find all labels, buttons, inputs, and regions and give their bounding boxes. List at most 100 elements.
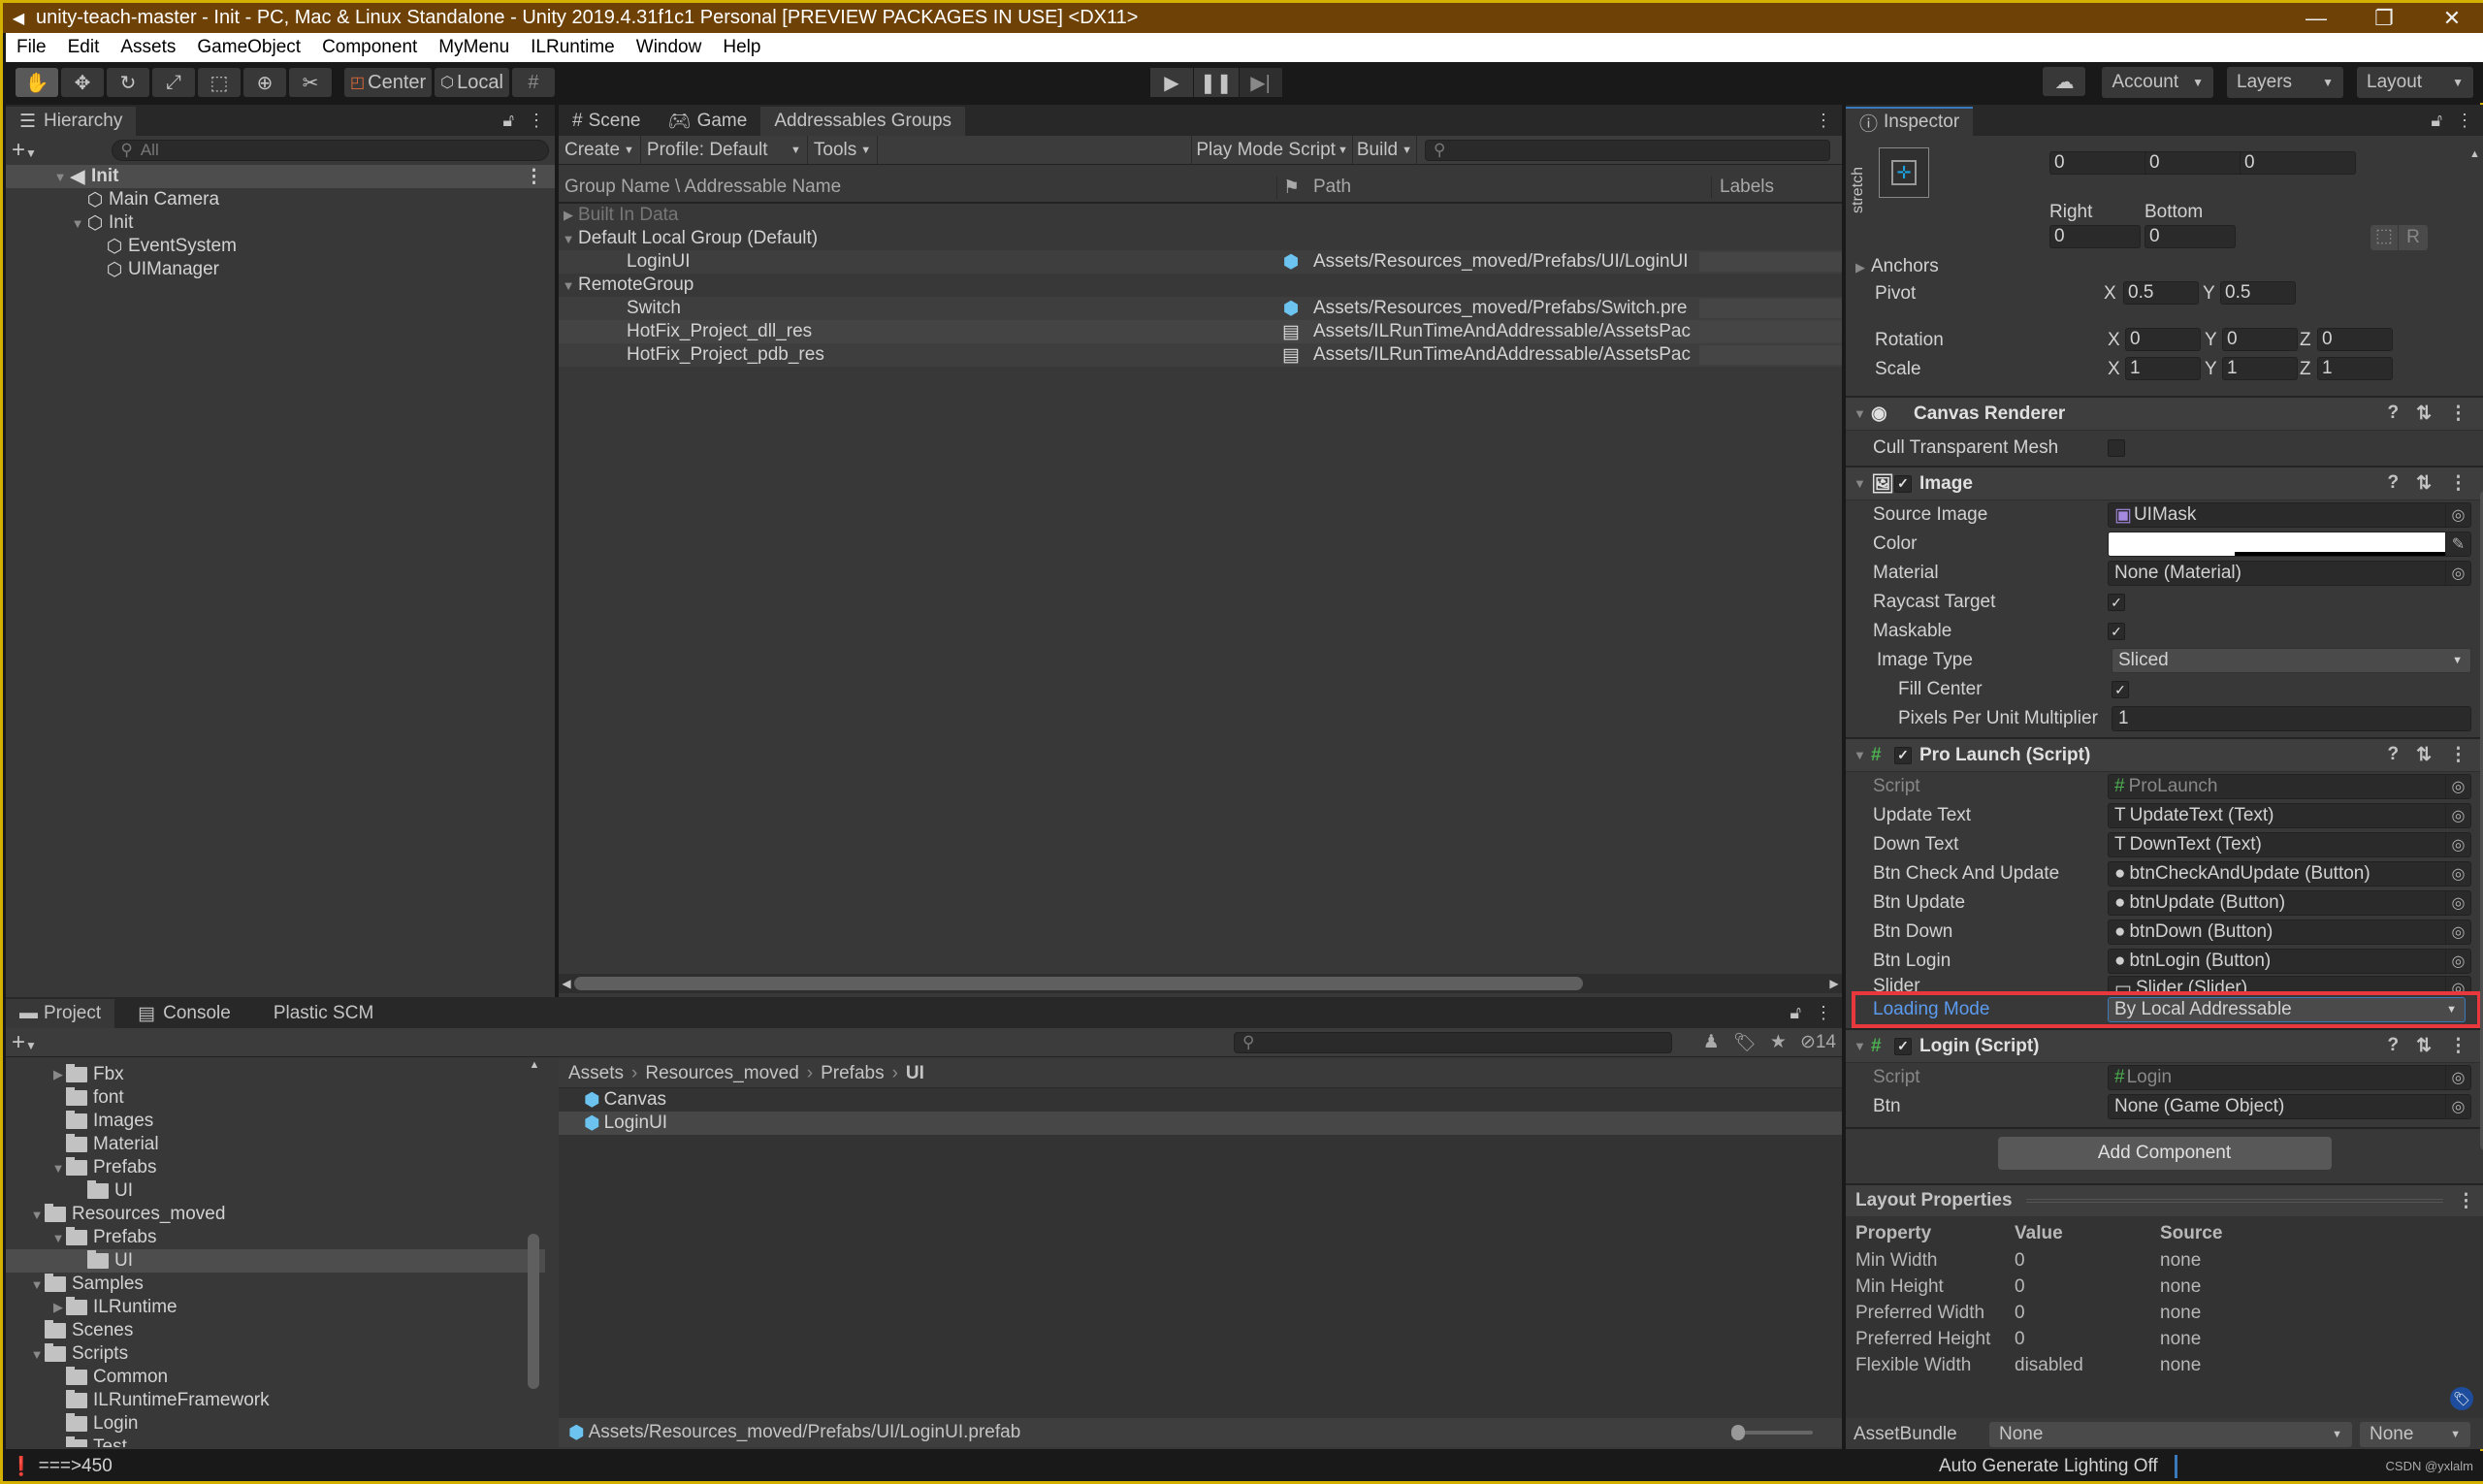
bottom-field[interactable]: 0: [2144, 225, 2236, 248]
inspector-vertical-scrollbar[interactable]: ▲: [2469, 142, 2483, 1179]
help-icon[interactable]: ?: [2387, 1035, 2399, 1057]
add-component-button[interactable]: Add Component: [1997, 1137, 2332, 1170]
more-icon[interactable]: ⋮: [2449, 1035, 2467, 1057]
expand-arrow-icon[interactable]: ▼: [70, 216, 85, 231]
object-picker-icon[interactable]: ◎: [2445, 1095, 2470, 1118]
object-picker-icon[interactable]: ◎: [2445, 950, 2470, 973]
tab-hierarchy[interactable]: ☰ Hierarchy: [6, 107, 137, 136]
breadcrumb-item[interactable]: UI: [906, 1063, 924, 1084]
assetbundle-dropdown[interactable]: None ▼: [1989, 1422, 2352, 1447]
project-folder-item[interactable]: UI: [6, 1249, 545, 1273]
scale-z-field[interactable]: 1: [2317, 357, 2393, 380]
more-icon[interactable]: ⋮: [528, 111, 545, 131]
object-reference-field[interactable]: T UpdateText (Text) ◎: [2108, 803, 2471, 828]
step-button[interactable]: ▶|: [1239, 68, 1282, 97]
help-icon[interactable]: ?: [2387, 403, 2399, 425]
scroll-left-icon[interactable]: ◀: [559, 977, 574, 990]
project-folder-item[interactable]: Images: [6, 1110, 545, 1133]
addressables-search-input[interactable]: ⚲: [1425, 139, 1830, 161]
tab-console[interactable]: ▤ Console: [124, 999, 244, 1028]
more-icon[interactable]: ⋮: [2449, 472, 2467, 495]
menu-mymenu[interactable]: MyMenu: [428, 37, 520, 58]
transform-tool-button[interactable]: ⊕: [243, 68, 286, 97]
object-reference-field[interactable]: ▭ Slider (Slider) ◎: [2108, 976, 2471, 991]
fill-center-checkbox[interactable]: ✓: [2112, 681, 2129, 698]
hierarchy-item-uimanager[interactable]: ⬡ UIManager: [6, 258, 555, 281]
expand-arrow-icon[interactable]: ▼: [1854, 476, 1871, 491]
tab-scene[interactable]: # Scene: [559, 107, 654, 136]
close-button[interactable]: ✕: [2418, 6, 2483, 31]
favorites-star-icon[interactable]: ★: [1770, 1031, 1787, 1054]
slider-handle[interactable]: [1731, 1425, 1745, 1440]
move-tool-button[interactable]: ✥: [61, 68, 104, 97]
tab-plastic-scm[interactable]: Plastic SCM: [260, 999, 387, 1028]
pivot-mode-button[interactable]: ◰ Center: [344, 68, 433, 97]
more-icon[interactable]: ⋮: [2449, 744, 2467, 766]
account-dropdown[interactable]: Account ▼: [2102, 67, 2213, 98]
project-folder-item[interactable]: Test: [6, 1436, 545, 1447]
more-icon[interactable]: ⋮: [525, 166, 543, 188]
pos-z-field[interactable]: 0: [2240, 151, 2356, 175]
expand-arrow-icon[interactable]: ▼: [559, 232, 578, 246]
color-field[interactable]: ✎: [2108, 532, 2471, 557]
right-field[interactable]: 0: [2049, 225, 2141, 248]
project-folder-item[interactable]: ▼ Prefabs: [6, 1226, 545, 1249]
lock-icon[interactable]: 🔓︎: [1790, 1003, 1801, 1023]
material-field[interactable]: None (Material) ◎: [2108, 561, 2471, 586]
project-folder-item[interactable]: Common: [6, 1366, 545, 1389]
expand-arrow-icon[interactable]: ▼: [50, 1231, 66, 1245]
cull-transparent-checkbox[interactable]: [2108, 439, 2125, 457]
project-folder-item[interactable]: ▼ Resources_moved: [6, 1203, 545, 1226]
lock-icon[interactable]: 🔓︎: [502, 111, 514, 131]
expand-arrow-icon[interactable]: ▼: [1854, 1039, 1871, 1053]
rotation-x-field[interactable]: 0: [2125, 328, 2201, 351]
addressable-entry[interactable]: LoginUI ⬢ Assets/Resources_moved/Prefabs…: [559, 250, 1842, 274]
tab-addressables-groups[interactable]: Addressables Groups: [760, 107, 966, 136]
project-folder-item[interactable]: ▶ Fbx: [6, 1063, 545, 1086]
expand-arrow-icon[interactable]: ▼: [29, 1277, 45, 1292]
minimize-button[interactable]: —: [2282, 6, 2350, 31]
horizontal-scrollbar[interactable]: ◀ ▶: [559, 974, 1842, 993]
preset-icon[interactable]: ⇅: [2416, 472, 2432, 495]
custom-tool-button[interactable]: ✂: [289, 68, 332, 97]
expand-arrow-icon[interactable]: ▼: [52, 170, 68, 184]
hierarchy-item-main-camera[interactable]: ⬡ Main Camera: [6, 188, 555, 211]
assetbundle-variant-dropdown[interactable]: None ▼: [2360, 1422, 2470, 1447]
addressable-entry[interactable]: HotFix_Project_dll_res ▤ Assets/ILRunTim…: [559, 320, 1842, 343]
play-button[interactable]: ▶: [1150, 68, 1193, 97]
play-mode-script-dropdown[interactable]: Play Mode Script ▼: [1192, 136, 1353, 164]
object-reference-field[interactable]: ● btnDown (Button) ◎: [2108, 919, 2471, 945]
hierarchy-item-eventsystem[interactable]: ⬡ EventSystem: [6, 235, 555, 258]
tree-vertical-scrollbar[interactable]: ▲: [528, 1059, 541, 1437]
more-icon[interactable]: ⋮: [1815, 111, 1832, 131]
entry-labels-dropdown[interactable]: [1699, 252, 1842, 272]
more-icon[interactable]: ⋮: [2457, 1190, 2475, 1212]
menu-ilruntime[interactable]: ILRuntime: [520, 37, 626, 58]
project-folder-item[interactable]: ▼ Prefabs: [6, 1156, 545, 1179]
asset-item-canvas[interactable]: ⬢ Canvas: [559, 1088, 1842, 1112]
project-folder-item[interactable]: UI: [6, 1179, 545, 1203]
icon-size-slider[interactable]: [1731, 1425, 1813, 1440]
canvas-renderer-header[interactable]: ▼ ◉ Canvas Renderer ? ⇅ ⋮: [1846, 396, 2483, 431]
image-header[interactable]: ▼ 🖼︎ ✓ Image ? ⇅ ⋮: [1846, 466, 2483, 500]
expand-arrow-icon[interactable]: ▼: [1854, 406, 1871, 421]
expand-arrow-icon[interactable]: ▶: [559, 208, 578, 223]
tab-project[interactable]: ▬ Project: [6, 999, 115, 1028]
breadcrumb-item[interactable]: Prefabs: [821, 1063, 884, 1084]
help-icon[interactable]: ?: [2387, 472, 2399, 495]
create-add-button[interactable]: +▼: [12, 137, 59, 164]
project-folder-item[interactable]: Login: [6, 1412, 545, 1436]
entry-labels-dropdown[interactable]: [1699, 345, 1842, 365]
menu-gameobject[interactable]: GameObject: [186, 37, 311, 58]
pivot-y-field[interactable]: 0.5: [2220, 281, 2296, 305]
project-folder-item[interactable]: ILRuntimeFramework: [6, 1389, 545, 1412]
scroll-up-icon[interactable]: ▲: [528, 1059, 541, 1071]
asset-type-column-icon[interactable]: ⚑: [1276, 176, 1306, 199]
grid-snap-button[interactable]: #: [511, 68, 555, 97]
object-picker-icon[interactable]: ◎: [2445, 503, 2470, 527]
rect-tool-button[interactable]: ⬚: [198, 68, 241, 97]
scroll-up-icon[interactable]: ▲: [2469, 148, 2480, 160]
scale-tool-button[interactable]: ⤢: [152, 68, 195, 97]
preset-icon[interactable]: ⇅: [2416, 403, 2432, 425]
drag-handle[interactable]: [2025, 1199, 2443, 1203]
